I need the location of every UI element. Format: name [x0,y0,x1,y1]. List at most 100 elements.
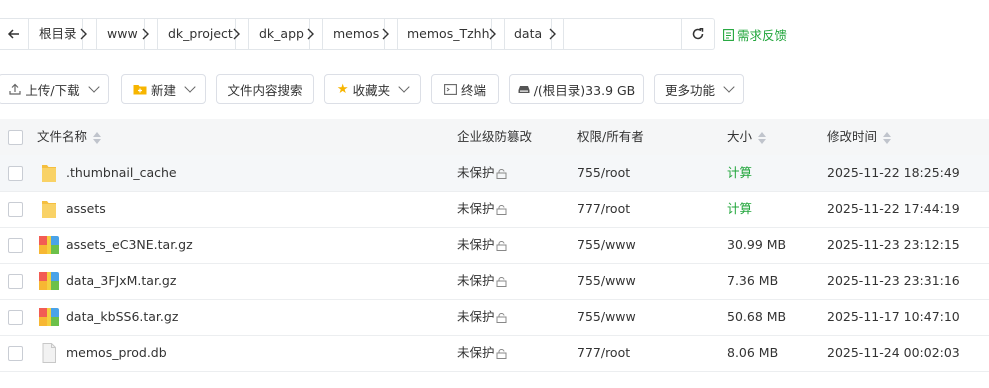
file-content-search-button[interactable]: 文件内容搜索 [216,74,314,104]
column-header-mtime[interactable]: 修改时间 [827,119,892,155]
upload-download-label: 上传/下载 [25,82,80,98]
chevron-down-icon [184,81,196,93]
table-row[interactable]: assets 未保护 777/root 计算 2025-11-22 17:44:… [0,191,989,228]
file-size: 50.68 MB [727,309,787,324]
permission-owner[interactable]: 755/www [577,263,636,299]
refresh-icon[interactable] [681,19,714,49]
protect-status-label: 未保护 [457,165,495,180]
terminal-button[interactable]: 终端 [431,74,499,104]
column-header-size[interactable]: 大小 [727,119,767,155]
file-name[interactable]: data_3FJxM.tar.gz [66,263,176,299]
breadcrumb-item-dk-app[interactable]: dk_app [259,19,304,49]
column-header-permission: 权限/所有者 [577,119,644,155]
protect-status[interactable]: 未保护 [457,335,507,371]
folder-icon [38,162,60,184]
file-content-search-label: 文件内容搜索 [227,82,303,98]
protect-status[interactable]: 未保护 [457,263,507,299]
breadcrumb-item-root[interactable]: 根目录 [39,19,77,49]
row-checkbox[interactable] [8,310,23,325]
breadcrumb-item-data[interactable]: data [514,19,542,49]
modified-time: 2025-11-23 23:12:15 [827,237,960,252]
file-name[interactable]: assets [66,191,106,227]
new-folder-icon [133,85,147,95]
feedback-icon [723,28,734,41]
size-calculate-link[interactable]: 计算 [727,155,752,191]
file-name[interactable]: assets_eC3NE.tar.gz [66,227,193,263]
favorites-button[interactable]: ★ 收藏夹 [324,74,421,104]
chevron-down-icon [398,81,410,93]
column-header-protect: 企业级防篡改 [457,119,532,155]
row-checkbox[interactable] [8,166,23,181]
modified-time: 2025-11-24 00:02:03 [827,345,960,360]
sort-icon[interactable] [758,131,767,144]
star-icon: ★ [336,81,349,97]
modified-time: 2025-11-22 18:25:49 [827,165,960,180]
archive-icon [38,270,60,292]
breadcrumb-item-www[interactable]: www [107,19,138,49]
more-functions-button[interactable]: 更多功能 [654,74,744,104]
breadcrumb-separator [307,19,322,49]
permission-owner[interactable]: 777/root [577,335,630,371]
protect-status-label: 未保护 [457,273,495,288]
protect-status-label: 未保护 [457,237,495,252]
protect-status-label: 未保护 [457,345,495,360]
table-row[interactable]: data_3FJxM.tar.gz 未保护 755/www 7.36 MB 20… [0,263,989,300]
disk-label: /(根目录)33.9 GB [533,82,636,98]
sort-icon[interactable] [883,131,892,144]
modified-time: 2025-11-23 23:31:16 [827,273,960,288]
row-checkbox[interactable] [8,238,23,253]
protect-status[interactable]: 未保护 [457,227,507,263]
row-checkbox[interactable] [8,202,23,217]
table-row[interactable]: assets_eC3NE.tar.gz 未保护 755/www 30.99 MB… [0,227,989,264]
more-functions-label: 更多功能 [664,82,715,98]
file-size: 30.99 MB [727,237,787,252]
archive-icon [38,234,60,256]
favorites-label: 收藏夹 [352,82,391,98]
terminal-label: 终端 [460,82,486,98]
file-name[interactable]: data_kbSS6.tar.gz [66,299,178,335]
new-button[interactable]: 新建 [121,74,206,104]
protect-status[interactable]: 未保护 [457,299,507,335]
disk-button[interactable]: /(根目录)33.9 GB [509,74,644,104]
file-icon [38,342,60,364]
chevron-down-icon [723,81,735,93]
file-name[interactable]: .thumbnail_cache [66,155,177,191]
row-checkbox[interactable] [8,346,23,361]
table-header: 文件名称 企业级防篡改 权限/所有者 大小 修改时间 ⋮ [0,119,989,156]
table-row[interactable]: data_kbSS6.tar.gz 未保护 755/www 50.68 MB 2… [0,299,989,336]
file-name[interactable]: memos_prod.db [66,335,167,371]
table-row[interactable]: memos_prod.db 未保护 777/root 8.06 MB 2025-… [0,335,989,372]
breadcrumb-separator [563,19,576,49]
column-header-name[interactable]: 文件名称 [37,119,102,155]
modified-time: 2025-11-17 10:47:10 [827,309,960,324]
upload-download-button[interactable]: 上传/下载 [0,74,109,104]
table-row[interactable]: .thumbnail_cache 未保护 755/root 计算 2025-11… [0,155,989,192]
protect-status[interactable]: 未保护 [457,191,507,227]
terminal-icon [444,83,457,95]
column-header-name-label: 文件名称 [37,129,88,144]
permission-owner[interactable]: 777/root [577,191,630,227]
lock-icon [496,276,507,287]
row-checkbox[interactable] [8,274,23,289]
breadcrumb-item-memos-tzhh[interactable]: memos_Tzhh [407,19,490,49]
column-header-mtime-label: 修改时间 [827,129,878,144]
size-calculate-link[interactable]: 计算 [727,191,752,227]
permission-owner[interactable]: 755/www [577,227,636,263]
permission-owner[interactable]: 755/root [577,155,630,191]
permission-owner[interactable]: 755/www [577,299,636,335]
column-header-size-label: 大小 [727,129,753,144]
breadcrumb-item-memos[interactable]: memos [333,19,379,49]
breadcrumb-separator [382,19,397,49]
feedback-link[interactable]: 需求反馈 [723,25,787,44]
breadcrumb: 根目录 www dk_project dk_app memos memos_Tz… [0,18,715,50]
sort-icon[interactable] [93,131,102,144]
breadcrumb-item-dk-project[interactable]: dk_project [168,19,233,49]
protect-status-label: 未保护 [457,309,495,324]
breadcrumb-separator [233,19,248,49]
select-all-checkbox[interactable] [8,130,23,145]
new-label: 新建 [150,82,176,98]
back-arrow-icon[interactable] [0,19,28,49]
chevron-down-icon [87,81,100,93]
protect-status[interactable]: 未保护 [457,155,507,191]
breadcrumb-separator [142,19,157,49]
